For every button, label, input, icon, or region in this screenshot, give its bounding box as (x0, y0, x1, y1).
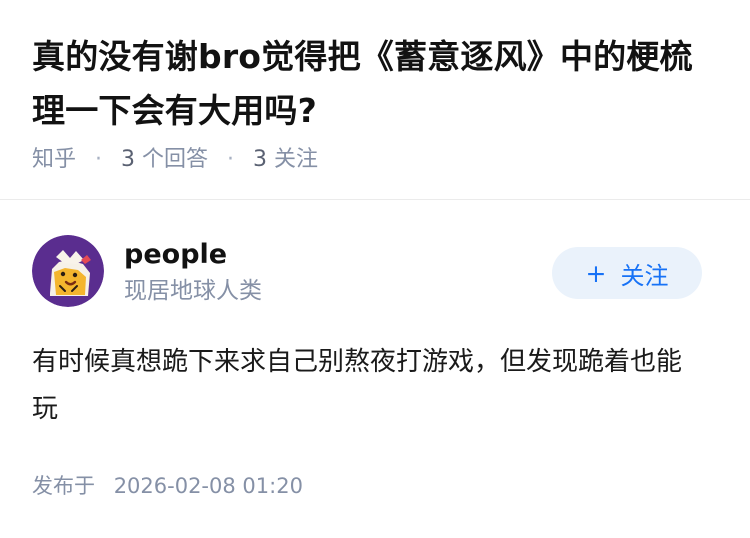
plus-icon: + (585, 258, 607, 288)
question-header: 真的没有谢bro觉得把《蓄意逐风》中的梗梳理一下会有大用吗? 知乎 · 3 个回… (32, 30, 722, 174)
answer-card: people 现居地球人类 + 关注 有时候真想跪下来求自己别熬夜打游戏，但发现… (32, 235, 718, 433)
author-bio: 现居地球人类 (124, 278, 262, 304)
avatar-image (32, 235, 104, 307)
follow-button[interactable]: + 关注 (552, 247, 702, 299)
publish-timestamp: 2026-02-08 01:20 (113, 474, 303, 498)
question-meta: 知乎 · 3 个回答 · 3 关注 (32, 146, 722, 174)
answer-count-label: 个回答 (142, 147, 209, 172)
follow-button-label: 关注 (620, 261, 669, 290)
meta-separator: · (227, 147, 235, 172)
follow-count-label: 关注 (274, 147, 319, 172)
divider (0, 199, 750, 200)
publish-label: 发布于 (32, 474, 95, 498)
answer-content[interactable]: 有时候真想跪下来求自己别熬夜打游戏，但发现跪着也能玩 (32, 339, 702, 433)
publish-time: 发布于 2026-02-08 01:20 (32, 472, 303, 500)
answer-count: 3 (121, 147, 136, 172)
author-info: people 现居地球人类 (124, 237, 262, 307)
question-title[interactable]: 真的没有谢bro觉得把《蓄意逐风》中的梗梳理一下会有大用吗? (32, 30, 722, 138)
meta-separator: · (95, 147, 103, 172)
author-name[interactable]: people (124, 237, 262, 273)
avatar[interactable] (32, 235, 104, 307)
follow-count: 3 (253, 147, 268, 172)
source-label[interactable]: 知乎 (32, 147, 76, 172)
author-row: people 现居地球人类 + 关注 (32, 235, 718, 309)
